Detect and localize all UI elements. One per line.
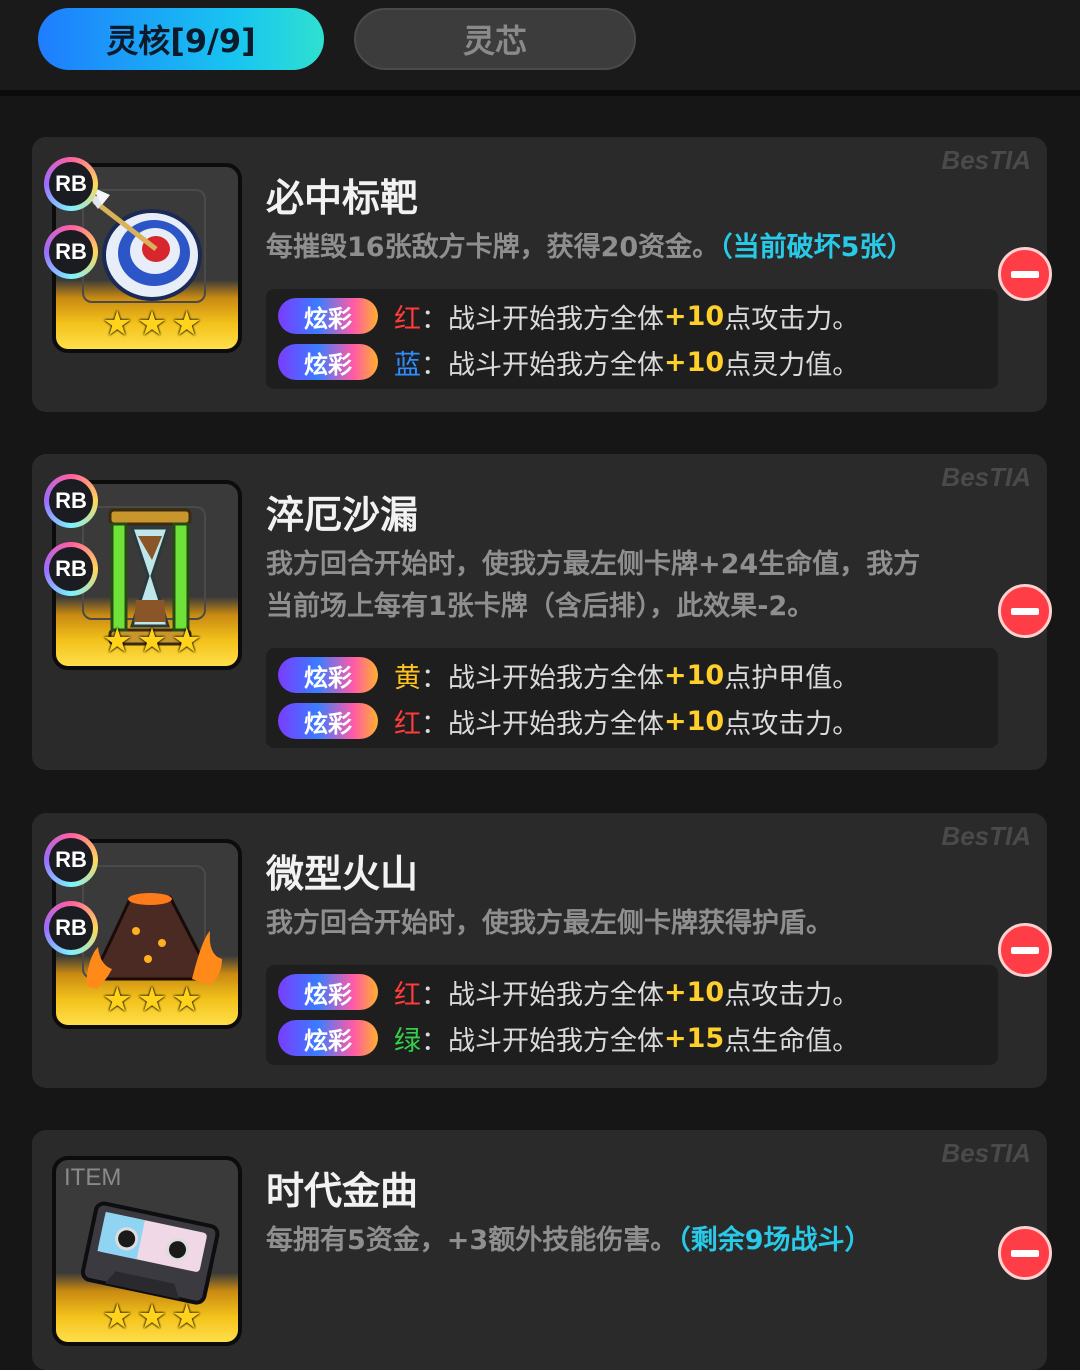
prismatic-tag: 炫彩	[278, 703, 378, 739]
prismatic-tag: 炫彩	[278, 298, 378, 334]
watermark: BesTIA	[941, 1138, 1031, 1168]
rb-badge: RB	[44, 901, 98, 955]
star-icon: ★	[171, 304, 202, 344]
star-icon: ★	[136, 621, 168, 661]
star-icon: ★	[102, 304, 133, 344]
status-highlight: （剩余9场战斗）	[677, 1225, 872, 1256]
prismatic-tag: 炫彩	[278, 1020, 378, 1056]
relic-description: 每摧毁16张敌方卡牌，获得20资金。（当前破坏5张）	[266, 232, 914, 263]
rb-badge: RB	[44, 542, 98, 596]
star-icon: ★	[171, 1297, 202, 1337]
relic-card: BesTIA ★ ★ ★ RB RB 微型火山 我方回合开始时，使我方最左侧卡牌…	[32, 813, 1052, 1088]
minus-icon	[1011, 270, 1039, 278]
prismatic-tag: 炫彩	[278, 974, 378, 1010]
star-rating: ★ ★ ★	[102, 1300, 202, 1334]
bonus-row: 炫彩 红：战斗开始我方全体 +10 点攻击力。	[266, 969, 998, 1015]
relic-description: 每拥有5资金，+3额外技能伤害。（剩余9场战斗）	[266, 1225, 872, 1256]
bonus-box: 炫彩 红：战斗开始我方全体 +10 点攻击力。 炫彩 蓝：战斗开始我方全体 +10 点灵…	[266, 289, 998, 389]
relic-description: 我方回合开始时，使我方最左侧卡牌+24生命值，我方 当前场上每有1张卡牌（含后排…	[266, 549, 921, 622]
remove-button[interactable]	[998, 247, 1052, 301]
star-icon: ★	[102, 980, 133, 1020]
star-icon: ★	[102, 621, 133, 661]
minus-icon	[1011, 946, 1039, 954]
prismatic-tag: 炫彩	[278, 344, 378, 380]
star-rating: ★ ★ ★	[102, 983, 202, 1017]
status-highlight: （当前破坏5张）	[719, 232, 914, 263]
relic-card: BesTIA ★ ★ ★ RB RB 淬厄沙漏 我方回合开始时，使我方最左侧卡牌…	[32, 454, 1052, 770]
bonus-row: 炫彩 黄：战斗开始我方全体 +10 点护甲值。	[266, 652, 998, 698]
watermark: BesTIA	[941, 821, 1031, 851]
star-icon: ★	[102, 1297, 133, 1337]
star-icon: ★	[136, 304, 168, 344]
relic-card: BesTIA ★ ★ ★ RB RB 必中标靶 每摧毁16张敌方卡牌，获得20资…	[32, 137, 1052, 412]
rb-badge: RB	[44, 474, 98, 528]
bonus-box: 炫彩 红：战斗开始我方全体 +10 点攻击力。 炫彩 绿：战斗开始我方全体 +15 点生…	[266, 965, 998, 1065]
prismatic-tag: 炫彩	[278, 657, 378, 693]
star-icon: ★	[136, 1297, 168, 1337]
tab-bar: 灵核[9/9] 灵芯	[0, 0, 1080, 96]
remove-button[interactable]	[998, 1226, 1052, 1280]
bonus-row: 炫彩 红：战斗开始我方全体 +10 点攻击力。	[266, 293, 998, 339]
tab-spirit-chip[interactable]: 灵芯	[354, 8, 636, 70]
watermark: BesTIA	[941, 145, 1031, 175]
remove-button[interactable]	[998, 923, 1052, 977]
relic-description: 我方回合开始时，使我方最左侧卡牌获得护盾。	[266, 908, 833, 939]
relic-title: 微型火山	[266, 852, 419, 896]
tab-spirit-core[interactable]: 灵核[9/9]	[38, 8, 324, 70]
relic-title: 必中标靶	[266, 176, 419, 220]
bonus-box: 炫彩 黄：战斗开始我方全体 +10 点护甲值。 炫彩 红：战斗开始我方全体 +10 点攻…	[266, 648, 998, 748]
minus-icon	[1011, 607, 1039, 615]
bonus-row: 炫彩 绿：战斗开始我方全体 +15 点生命值。	[266, 1015, 998, 1061]
star-icon: ★	[171, 980, 202, 1020]
star-icon: ★	[136, 980, 168, 1020]
star-rating: ★ ★ ★	[102, 307, 202, 341]
relic-thumbnail[interactable]: ITEM ★ ★ ★	[52, 1156, 242, 1346]
rb-badge: RB	[44, 833, 98, 887]
relic-card: BesTIA ITEM ★ ★ ★ 时代金曲 每拥有5资金，+3额外技能伤害。（…	[32, 1130, 1052, 1370]
remove-button[interactable]	[998, 584, 1052, 638]
watermark: BesTIA	[941, 462, 1031, 492]
bonus-row: 炫彩 红：战斗开始我方全体 +10 点攻击力。	[266, 698, 998, 744]
star-rating: ★ ★ ★	[102, 624, 202, 658]
relic-title: 淬厄沙漏	[266, 493, 419, 537]
rb-badge: RB	[44, 157, 98, 211]
relic-title: 时代金曲	[266, 1169, 419, 1213]
bonus-row: 炫彩 蓝：战斗开始我方全体 +10 点灵力值。	[266, 339, 998, 385]
star-icon: ★	[171, 621, 202, 661]
minus-icon	[1011, 1249, 1039, 1257]
rb-badge: RB	[44, 225, 98, 279]
